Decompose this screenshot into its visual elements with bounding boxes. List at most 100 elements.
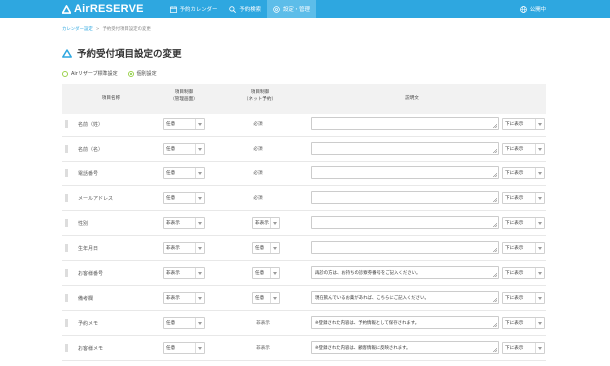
- description-textarea[interactable]: [311, 241, 499, 254]
- nav-calendar[interactable]: 予約カレンダー: [164, 0, 224, 18]
- chevron-down-icon: [195, 243, 204, 253]
- mgmt-control-value: 任意: [166, 346, 176, 351]
- mgmt-control-select[interactable]: 任意: [163, 317, 205, 329]
- position-select[interactable]: 下に表示: [502, 118, 545, 130]
- header-desc: 説明文: [405, 96, 419, 101]
- description-textarea[interactable]: ※登録された内容は、予約情報として保存されます。: [311, 316, 499, 329]
- drag-handle-icon[interactable]: [65, 219, 68, 227]
- field-name: 電話番号: [78, 170, 99, 177]
- mgmt-control-select[interactable]: 任意: [163, 192, 205, 204]
- position-select[interactable]: 下に表示: [502, 167, 545, 179]
- header-mgmt: 項目制御 （管理画面）: [170, 90, 198, 102]
- chevron-down-icon: [270, 218, 279, 228]
- position-select[interactable]: 下に表示: [502, 143, 545, 155]
- resize-handle-icon[interactable]: [493, 273, 497, 277]
- drag-handle-icon[interactable]: [65, 319, 68, 327]
- mgmt-control-select[interactable]: 任意: [163, 143, 205, 155]
- gear-icon: [273, 5, 280, 13]
- mgmt-control-select[interactable]: 任意: [163, 167, 205, 179]
- table-row: 予約メモ 任意 非表示 ※登録された内容は、予約情報として保存されます。 下に表示: [62, 311, 546, 336]
- description-text: 現在飲んでいるお薬があれば、こちらにご記入ください。: [315, 296, 429, 301]
- chevron-down-icon: [195, 318, 204, 328]
- globe-icon: [519, 5, 527, 13]
- net-control-select[interactable]: 任意: [252, 242, 280, 254]
- mode-option-standard[interactable]: Airリザーブ標準設定: [62, 70, 118, 77]
- chevron-down-icon: [535, 218, 544, 228]
- table-row: 名前（名） 任意 必須 下に表示: [62, 137, 546, 162]
- public-status[interactable]: 公開中: [519, 0, 546, 18]
- mode-option-individual-label: 個別設定: [136, 71, 157, 77]
- nav-search-label: 予約検索: [239, 7, 261, 13]
- mgmt-control-select[interactable]: 非表示: [163, 292, 205, 304]
- page-title: 予約受付項目設定の変更: [62, 46, 182, 60]
- resize-handle-icon[interactable]: [493, 323, 497, 327]
- drag-handle-icon[interactable]: [65, 294, 68, 302]
- drag-handle-icon[interactable]: [65, 169, 68, 177]
- net-control-text: 必須: [253, 122, 263, 127]
- mgmt-control-select[interactable]: 非表示: [163, 217, 205, 229]
- resize-handle-icon[interactable]: [493, 348, 497, 352]
- nav-settings[interactable]: 設定・管理: [266, 0, 316, 18]
- resize-handle-icon[interactable]: [493, 248, 497, 252]
- position-select[interactable]: 下に表示: [502, 267, 545, 279]
- description-textarea[interactable]: [311, 142, 499, 155]
- position-select[interactable]: 下に表示: [502, 292, 545, 304]
- resize-handle-icon[interactable]: [493, 198, 497, 202]
- air-logo-icon: [62, 4, 71, 14]
- nav-settings-label: 設定・管理: [282, 7, 310, 13]
- position-value: 下に表示: [505, 321, 524, 326]
- description-textarea[interactable]: [311, 191, 499, 204]
- field-name: 名前（名）: [78, 146, 104, 153]
- mgmt-control-select[interactable]: 非表示: [163, 242, 205, 254]
- description-textarea[interactable]: [311, 166, 499, 179]
- chevron-down-icon: [195, 168, 204, 178]
- nav-search[interactable]: 予約検索: [223, 0, 267, 18]
- chevron-down-icon: [195, 193, 204, 203]
- description-textarea[interactable]: 再診の方は、お持ちの診察券番号をご記入ください。: [311, 266, 499, 279]
- net-control-text: 必須: [253, 196, 263, 201]
- drag-handle-icon[interactable]: [65, 120, 68, 128]
- net-control-select[interactable]: 任意: [252, 267, 280, 279]
- radio-individual[interactable]: [127, 70, 134, 77]
- position-select[interactable]: 下に表示: [502, 342, 545, 354]
- breadcrumb-link[interactable]: カレンダー設定: [62, 27, 93, 32]
- chevron-down-icon: [270, 243, 279, 253]
- description-textarea[interactable]: 現在飲んでいるお薬があれば、こちらにご記入ください。: [311, 291, 499, 304]
- description-textarea[interactable]: [311, 117, 499, 130]
- resize-handle-icon[interactable]: [493, 149, 497, 153]
- drag-handle-icon[interactable]: [65, 344, 68, 352]
- drag-handle-icon[interactable]: [65, 145, 68, 153]
- description-text: 再診の方は、お持ちの診察券番号をご記入ください。: [315, 271, 421, 276]
- chevron-down-icon: [535, 268, 544, 278]
- chevron-down-icon: [195, 144, 204, 154]
- description-textarea[interactable]: [311, 216, 499, 229]
- resize-handle-icon[interactable]: [493, 173, 497, 177]
- logo[interactable]: AirRESERVE: [62, 3, 144, 15]
- net-control-select[interactable]: 任意: [252, 292, 280, 304]
- resize-handle-icon[interactable]: [493, 298, 497, 302]
- mgmt-control-select[interactable]: 任意: [163, 342, 205, 354]
- resize-handle-icon[interactable]: [493, 124, 497, 128]
- mgmt-control-value: 非表示: [166, 271, 180, 276]
- net-control-select[interactable]: 非表示: [252, 217, 280, 229]
- position-select[interactable]: 下に表示: [502, 317, 545, 329]
- position-select[interactable]: 下に表示: [502, 242, 545, 254]
- mgmt-control-select[interactable]: 任意: [163, 118, 205, 130]
- main-nav: 予約カレンダー 予約検索 設定・管理: [164, 0, 316, 18]
- drag-handle-icon[interactable]: [65, 244, 68, 252]
- drag-handle-icon[interactable]: [65, 194, 68, 202]
- calendar-icon: [169, 5, 177, 13]
- net-control-text: 必須: [253, 147, 263, 152]
- position-select[interactable]: 下に表示: [502, 192, 545, 204]
- field-name: メールアドレス: [78, 195, 114, 202]
- mgmt-control-select[interactable]: 非表示: [163, 267, 205, 279]
- position-select[interactable]: 下に表示: [502, 217, 545, 229]
- radio-standard[interactable]: [62, 70, 68, 77]
- chevron-down-icon: [535, 318, 544, 328]
- description-textarea[interactable]: ※登録された内容は、顧客情報に反映されます。: [311, 341, 499, 354]
- search-icon: [229, 5, 237, 13]
- drag-handle-icon[interactable]: [65, 269, 68, 277]
- mode-option-individual[interactable]: 個別設定: [127, 70, 157, 77]
- resize-handle-icon[interactable]: [493, 223, 497, 227]
- chevron-down-icon: [535, 119, 544, 129]
